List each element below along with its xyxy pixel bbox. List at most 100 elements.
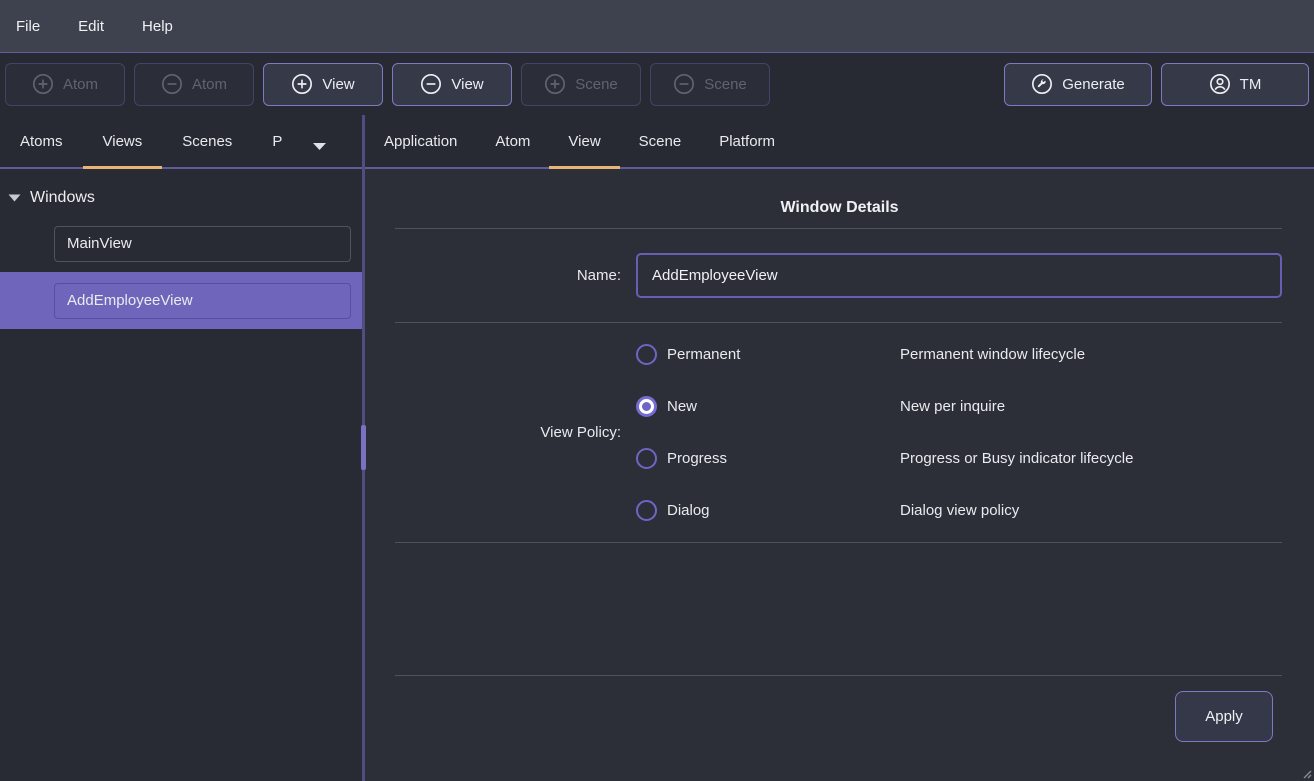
name-label: Name:: [395, 267, 621, 284]
remove-atom-label: Atom: [192, 76, 227, 93]
apply-row: Apply: [365, 676, 1314, 742]
sidebar: Atoms Views Scenes P Windows MainView Ad…: [0, 115, 362, 781]
radio-description: Permanent window lifecycle: [900, 346, 1085, 363]
radio-description: New per inquire: [900, 398, 1005, 415]
minus-circle-icon: [673, 73, 695, 95]
add-scene-button[interactable]: Scene: [521, 63, 641, 106]
add-atom-button[interactable]: Atom: [5, 63, 125, 106]
tab-atom[interactable]: Atom: [476, 115, 549, 167]
menu-bar: File Edit Help: [0, 0, 1314, 53]
radio-option-progress[interactable]: Progress Progress or Busy indicator life…: [636, 432, 1282, 484]
plus-circle-icon: [544, 73, 566, 95]
view-policy-options: Permanent Permanent window lifecycle New…: [636, 328, 1282, 536]
tab-scene[interactable]: Scene: [620, 115, 701, 167]
tab-label: Atom: [495, 133, 530, 150]
application-window: File Edit Help Atom Atom View View: [0, 0, 1314, 781]
toolbar-left-group: Atom Atom View View Scene Scene: [5, 63, 770, 106]
tab-label: Application: [384, 133, 457, 150]
triangle-down-icon: [8, 194, 21, 202]
name-input[interactable]: [636, 253, 1282, 298]
radio-label: Permanent: [667, 346, 740, 363]
apply-button[interactable]: Apply: [1175, 691, 1273, 742]
views-tree: Windows MainView AddEmployeeView: [0, 169, 362, 781]
menu-edit[interactable]: Edit: [78, 18, 104, 35]
add-scene-label: Scene: [575, 76, 618, 93]
window-details-form: Window Details Name: View Policy: Perman…: [365, 169, 1314, 781]
radio-label: Dialog: [667, 502, 710, 519]
generate-label: Generate: [1062, 76, 1125, 93]
radio-description: Progress or Busy indicator lifecycle: [900, 450, 1133, 467]
person-circle-icon: [1209, 73, 1231, 95]
remove-atom-button[interactable]: Atom: [134, 63, 254, 106]
tab-overflow-button[interactable]: [302, 125, 337, 167]
tree-node-label: Windows: [30, 189, 95, 207]
tree-item-box: AddEmployeeView: [54, 283, 351, 319]
sidebar-tab-scenes[interactable]: Scenes: [162, 115, 252, 167]
radio-description: Dialog view policy: [900, 502, 1019, 519]
tree-item-label: MainView: [67, 235, 132, 252]
tree-item-mainview[interactable]: MainView: [0, 215, 362, 272]
tab-platform[interactable]: Platform: [700, 115, 794, 167]
toolbar-right-group: Generate TM: [1004, 63, 1309, 106]
radio-cell: New: [636, 396, 900, 417]
radio-button-icon: [636, 448, 657, 469]
plus-circle-icon: [32, 73, 54, 95]
minus-circle-icon: [161, 73, 183, 95]
tm-button[interactable]: TM: [1161, 63, 1309, 106]
tab-label: Scenes: [182, 133, 232, 150]
tab-label: View: [568, 133, 600, 150]
view-policy-label: View Policy:: [395, 424, 621, 441]
tab-label: Scene: [639, 133, 682, 150]
radio-button-icon: [636, 396, 657, 417]
view-policy-group: View Policy: Permanent Permanent window …: [365, 323, 1314, 542]
plus-circle-icon: [291, 73, 313, 95]
tab-view[interactable]: View: [549, 115, 619, 167]
radio-option-dialog[interactable]: Dialog Dialog view policy: [636, 484, 1282, 536]
add-atom-label: Atom: [63, 76, 98, 93]
radio-label: Progress: [667, 450, 727, 467]
empty-space: [365, 543, 1314, 675]
radio-option-permanent[interactable]: Permanent Permanent window lifecycle: [636, 328, 1282, 380]
tree-item-addemployeeview[interactable]: AddEmployeeView: [0, 272, 362, 329]
radio-label: New: [667, 398, 697, 415]
tm-label: TM: [1240, 76, 1262, 93]
remove-view-label: View: [451, 76, 483, 93]
remove-scene-button[interactable]: Scene: [650, 63, 770, 106]
add-view-label: View: [322, 76, 354, 93]
tab-label: Atoms: [20, 133, 63, 150]
menu-help[interactable]: Help: [142, 18, 173, 35]
name-field-row: Name:: [365, 229, 1314, 322]
remove-scene-label: Scene: [704, 76, 747, 93]
menu-file[interactable]: File: [16, 18, 40, 35]
toolbar: Atom Atom View View Scene Scene: [0, 53, 1314, 115]
radio-button-icon: [636, 500, 657, 521]
tab-label: P: [272, 133, 282, 150]
radio-button-icon: [636, 344, 657, 365]
minus-circle-icon: [420, 73, 442, 95]
remove-view-button[interactable]: View: [392, 63, 512, 106]
wrench-circle-icon: [1031, 73, 1053, 95]
chevron-down-icon: [312, 142, 327, 151]
page-title: Window Details: [365, 199, 1314, 217]
main-panel: Application Atom View Scene Platform Win…: [365, 115, 1314, 781]
radio-option-new[interactable]: New New per inquire: [636, 380, 1282, 432]
tab-label: Views: [103, 133, 143, 150]
main-tab-bar: Application Atom View Scene Platform: [365, 115, 1314, 169]
radio-cell: Progress: [636, 448, 900, 469]
tab-application[interactable]: Application: [365, 115, 476, 167]
add-view-button[interactable]: View: [263, 63, 383, 106]
tree-item-box: MainView: [54, 226, 351, 262]
window-resize-grip[interactable]: [1301, 768, 1312, 779]
sidebar-tab-views[interactable]: Views: [83, 115, 163, 167]
radio-cell: Dialog: [636, 500, 900, 521]
generate-button[interactable]: Generate: [1004, 63, 1152, 106]
sidebar-tab-bar: Atoms Views Scenes P: [0, 115, 362, 169]
tree-item-label: AddEmployeeView: [67, 292, 193, 309]
radio-cell: Permanent: [636, 344, 900, 365]
sidebar-tab-atoms[interactable]: Atoms: [0, 115, 83, 167]
splitter-handle[interactable]: [361, 425, 366, 470]
sidebar-tab-platform-truncated[interactable]: P: [252, 115, 302, 167]
window-body: Atoms Views Scenes P Windows MainView Ad…: [0, 115, 1314, 781]
sidebar-splitter: [362, 115, 365, 781]
tree-node-windows[interactable]: Windows: [0, 181, 362, 215]
